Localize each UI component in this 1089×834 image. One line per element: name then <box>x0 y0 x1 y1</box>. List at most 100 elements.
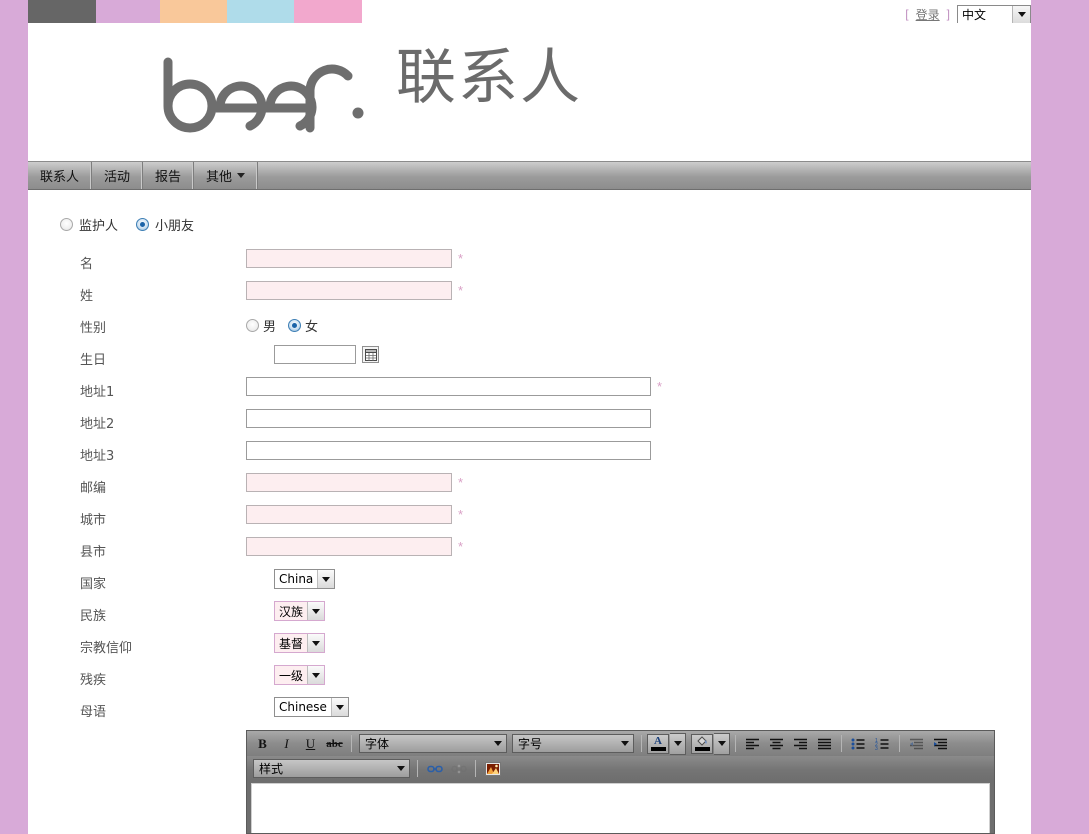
color-bar-orange <box>160 0 227 23</box>
unlink-icon[interactable] <box>447 758 470 780</box>
mother-tongue-select[interactable]: Chinese <box>274 697 349 717</box>
label-disability: 残疾 <box>80 673 107 688</box>
chevron-down-icon <box>317 570 335 588</box>
font-color-icon[interactable]: A <box>647 733 669 754</box>
bold-icon[interactable]: B <box>251 733 274 755</box>
control-gender: 男 女 <box>246 316 318 335</box>
disability-select-value: 一级 <box>279 668 304 683</box>
indent-icon[interactable] <box>929 733 952 755</box>
address-3-input[interactable] <box>246 441 651 460</box>
address-1-input[interactable] <box>246 377 651 396</box>
country-select-value: China <box>279 572 314 586</box>
font-family-select-value: 字体 <box>365 737 390 751</box>
required-asterisk: * <box>458 507 464 522</box>
align-left-icon[interactable] <box>741 733 764 755</box>
field-row-last-name: 姓 * <box>28 279 1031 311</box>
nav-item-activities[interactable]: 活动 <box>92 162 144 189</box>
svg-text:3: 3 <box>875 746 878 750</box>
align-center-icon[interactable] <box>765 733 788 755</box>
label-mother-tongue: 母语 <box>80 705 107 720</box>
font-size-select-value: 字号 <box>518 737 543 751</box>
color-bar-pink <box>294 0 362 23</box>
birthday-input[interactable] <box>274 345 356 364</box>
control-ethnicity: 汉族 <box>274 601 326 621</box>
chevron-down-icon <box>617 735 633 752</box>
font-family-select[interactable]: 字体 <box>359 734 507 753</box>
control-postcode: * <box>246 473 463 492</box>
required-asterisk: * <box>458 475 464 490</box>
disability-select[interactable]: 一级 <box>274 665 326 685</box>
outdent-icon[interactable] <box>905 733 928 755</box>
language-select-value: 中文 <box>962 7 987 22</box>
radio-guardian-label: 监护人 <box>79 219 119 234</box>
chevron-down-icon <box>307 634 325 652</box>
label-postcode: 邮编 <box>80 481 107 496</box>
label-gender: 性别 <box>80 321 107 336</box>
beer-logo[interactable] <box>158 50 368 136</box>
address-2-input[interactable] <box>246 409 651 428</box>
toolbar-separator <box>417 760 418 777</box>
fill-color-dropdown-icon[interactable] <box>714 732 730 755</box>
control-birthday <box>274 345 379 364</box>
nav-item-other[interactable]: 其他 <box>194 162 259 189</box>
strikethrough-icon[interactable]: abc <box>323 733 346 755</box>
nav-item-reports[interactable]: 报告 <box>143 162 195 189</box>
chevron-down-icon <box>237 173 246 178</box>
religion-select-value: 基督 <box>279 636 304 651</box>
radio-child[interactable] <box>136 218 150 231</box>
city-input[interactable] <box>246 505 452 524</box>
first-name-input[interactable] <box>246 249 452 268</box>
label-address-1: 地址1 <box>80 385 115 400</box>
field-row-address-3: 地址3 <box>28 439 1031 471</box>
editor-body[interactable] <box>251 783 990 833</box>
required-asterisk: * <box>458 283 464 298</box>
field-row-city: 城市 * <box>28 503 1031 535</box>
image-icon[interactable] <box>481 758 504 780</box>
radio-guardian[interactable] <box>60 218 73 231</box>
field-row-country: 国家 China <box>28 567 1031 599</box>
ethnicity-select[interactable]: 汉族 <box>274 601 326 621</box>
bullet-list-icon[interactable] <box>847 733 870 755</box>
language-select[interactable]: 中文 <box>957 4 1031 24</box>
top-utility-bar: [ 登录 ] 中文 <box>905 3 1031 25</box>
radio-gender-male[interactable] <box>246 319 259 332</box>
nav-item-contacts[interactable]: 联系人 <box>28 162 93 189</box>
underline-icon[interactable]: U <box>299 733 322 755</box>
link-icon[interactable] <box>423 758 446 780</box>
control-last-name: * <box>246 281 463 300</box>
required-asterisk: * <box>458 251 464 266</box>
religion-select[interactable]: 基督 <box>274 633 326 653</box>
label-last-name: 姓 <box>80 289 94 304</box>
font-color-dropdown-icon[interactable] <box>670 732 686 755</box>
calendar-icon[interactable] <box>362 346 379 363</box>
align-right-icon[interactable] <box>789 733 812 755</box>
paragraph-style-select-value: 样式 <box>259 762 284 776</box>
country-select[interactable]: China <box>274 569 336 589</box>
control-mother-tongue: Chinese <box>274 697 349 717</box>
control-religion: 基督 <box>274 633 326 653</box>
postcode-input[interactable] <box>246 473 452 492</box>
align-justify-icon[interactable] <box>813 733 836 755</box>
required-asterisk: * <box>657 379 663 394</box>
control-address-1: * <box>246 377 662 396</box>
numbered-list-icon[interactable]: 123 <box>871 733 894 755</box>
color-bar-blue <box>227 0 294 23</box>
county-input[interactable] <box>246 537 452 556</box>
radio-gender-female[interactable] <box>288 319 302 332</box>
font-size-select[interactable]: 字号 <box>512 734 634 753</box>
field-row-gender: 性别 男 女 <box>28 311 1031 343</box>
main-nav: 联系人 活动 报告 其他 <box>28 161 1031 190</box>
ethnicity-select-value: 汉族 <box>279 604 304 619</box>
last-name-input[interactable] <box>246 281 452 300</box>
login-link[interactable]: 登录 <box>916 6 940 23</box>
control-city: * <box>246 505 463 524</box>
toolbar-separator <box>475 760 476 777</box>
nav-item-label: 活动 <box>104 170 131 185</box>
toolbar-separator <box>641 735 642 752</box>
fill-color-icon[interactable] <box>691 733 713 754</box>
label-country: 国家 <box>80 577 107 592</box>
label-address-2: 地址2 <box>80 417 115 432</box>
italic-icon[interactable]: I <box>275 733 298 755</box>
paragraph-style-select[interactable]: 样式 <box>253 759 410 778</box>
editor-toolbar-row-1: B I U abc 字体 字号 A 1 2 3 <box>247 731 994 756</box>
